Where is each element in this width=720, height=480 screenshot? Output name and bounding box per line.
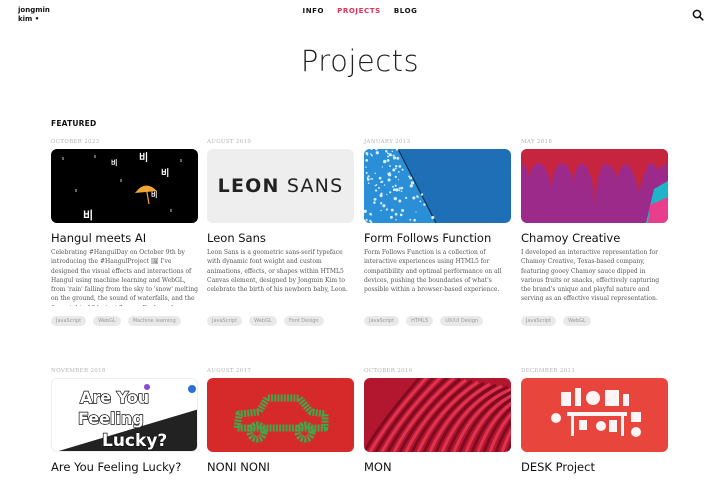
project-title[interactable]: Hangul meets AI: [51, 231, 198, 245]
project-thumbnail-feeling-lucky[interactable]: Are You Feeling Lucky?: [51, 378, 198, 452]
tag[interactable]: WebGL: [93, 316, 121, 326]
project-card-form-follows-function[interactable]: JANUARY 2013 Form Follows Function Form …: [364, 137, 511, 328]
project-thumbnail-chamoy[interactable]: [521, 149, 668, 223]
project-thumbnail-leon-sans[interactable]: LEON SANS: [207, 149, 354, 223]
project-thumbnail-mon[interactable]: [364, 378, 511, 452]
project-card-noni-noni[interactable]: AUGUST 2017 NONI NONI: [207, 366, 354, 474]
tag[interactable]: JavaScript: [364, 316, 400, 326]
project-card-mon[interactable]: OCTOBER 2016 MON: [364, 366, 511, 474]
thumb-text: Are You: [80, 388, 149, 407]
featured-label: FEATURED: [51, 119, 97, 128]
tag[interactable]: JavaScript: [207, 316, 243, 326]
thumb-glyph: 비: [161, 167, 169, 179]
project-description: I developed an interactive representatio…: [521, 249, 660, 303]
search-icon[interactable]: [692, 9, 704, 21]
project-thumbnail-hangul[interactable]: 비 비 비 비 비: [51, 149, 198, 223]
tag[interactable]: Machine learning: [127, 316, 181, 326]
thumb-text-sans: SANS: [286, 175, 344, 197]
project-date: OCTOBER 2023: [51, 139, 100, 145]
project-date: AUGUST 2017: [207, 368, 252, 374]
thumb-text-leon: LEON: [217, 175, 280, 197]
project-title[interactable]: DESK Project: [521, 460, 668, 474]
nav-info[interactable]: INFO: [303, 7, 325, 15]
tag[interactable]: Font Design: [283, 316, 324, 326]
thumb-glyph: 비: [139, 151, 148, 164]
tag[interactable]: HTML5: [406, 316, 434, 326]
project-date: AUGUST 2019: [207, 139, 252, 145]
nav-projects[interactable]: PROJECTS: [337, 7, 381, 15]
project-date: JANUARY 2013: [364, 139, 411, 145]
logo-line-2: kim •: [18, 15, 40, 23]
thumb-text: Lucky?: [102, 431, 167, 451]
project-date: OCTOBER 2016: [364, 368, 413, 374]
car-icon: [233, 394, 329, 443]
project-date: NOVEMBER 2018: [51, 368, 106, 374]
project-description: Leon Sans is a geometric sans-serif type…: [207, 249, 348, 294]
project-title[interactable]: Chamoy Creative: [521, 231, 668, 245]
tag[interactable]: JavaScript: [51, 316, 87, 326]
tag[interactable]: UX/UI Design: [440, 316, 484, 326]
tag[interactable]: WebGL: [563, 316, 591, 326]
thumb-text: Feeling: [78, 409, 144, 428]
thumb-glyph: 비: [111, 158, 117, 167]
project-card-hangul[interactable]: OCTOBER 2023 비 비 비 비 비 Hangul meets AI C…: [51, 137, 198, 328]
tag[interactable]: WebGL: [249, 316, 277, 326]
project-date: DECEMBER 2011: [521, 368, 576, 374]
project-card-leon-sans[interactable]: AUGUST 2019 LEON SANS Leon Sans Leon San…: [207, 137, 354, 328]
project-thumbnail-desk[interactable]: [521, 378, 668, 452]
project-title[interactable]: Form Follows Function: [364, 231, 511, 245]
thumb-glyph: 비: [83, 208, 93, 222]
project-title[interactable]: Are You Feeling Lucky?: [51, 460, 198, 474]
project-description: Form Follows Function is a collection of…: [364, 249, 502, 294]
page-title: Projects: [300, 44, 420, 78]
tag[interactable]: JavaScript: [521, 316, 557, 326]
nav-blog[interactable]: BLOG: [394, 7, 418, 15]
project-tags: JavaScript WebGL Machine learning: [51, 307, 198, 328]
project-tags: JavaScript HTML5 UX/UI Design: [364, 307, 511, 328]
project-title[interactable]: NONI NONI: [207, 460, 354, 474]
project-title[interactable]: MON: [364, 460, 511, 474]
project-tags: JavaScript WebGL Font Design: [207, 307, 354, 328]
project-tags: JavaScript WebGL: [521, 307, 668, 328]
main-nav: INFO PROJECTS BLOG: [0, 7, 720, 15]
project-thumbnail-noni-noni[interactable]: [207, 378, 354, 452]
project-description: Celebrating #HangulDay on October 9th by…: [51, 249, 198, 306]
project-thumbnail-fff[interactable]: [364, 149, 511, 223]
project-title[interactable]: Leon Sans: [207, 231, 354, 245]
project-card-feeling-lucky[interactable]: NOVEMBER 2018 Are You Feeling Lucky? Are…: [51, 366, 198, 474]
project-card-chamoy[interactable]: MAY 2018 Chamoy Creative I developed an …: [521, 137, 668, 328]
project-date: MAY 2018: [521, 139, 553, 145]
project-card-desk[interactable]: DECEMBER 2011 DESK Project: [521, 366, 668, 474]
